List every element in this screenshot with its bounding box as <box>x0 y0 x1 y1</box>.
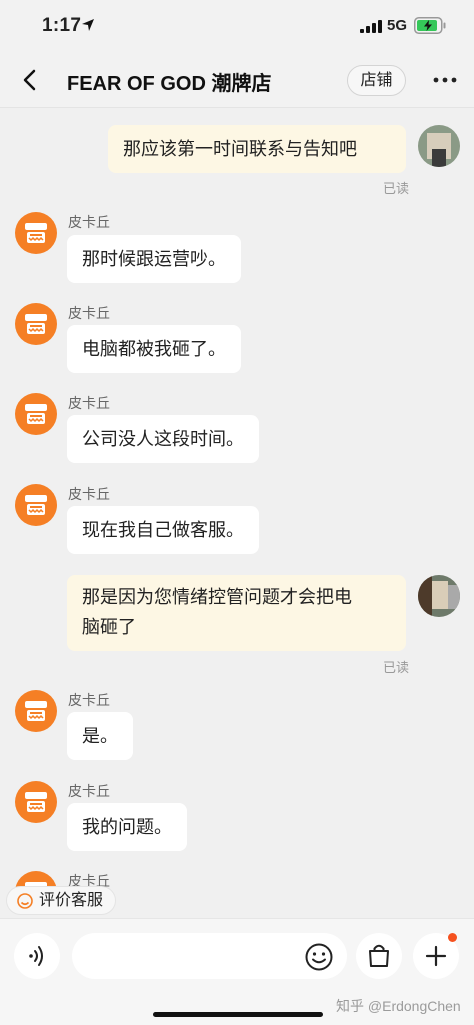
message-list[interactable]: 那应该第一时间联系与告知吧 已读 皮卡丘 那时候跟运营吵。 皮卡丘 电脑都被我砸… <box>0 108 474 918</box>
voice-icon <box>29 946 43 966</box>
smile-icon <box>17 893 33 909</box>
store-icon <box>25 314 47 334</box>
emoji-icon[interactable] <box>304 942 334 972</box>
chat-title: FEAR OF GOD 潮牌店 <box>67 73 272 95</box>
more-options-icon[interactable] <box>432 70 458 90</box>
shop-avatar[interactable] <box>15 303 57 345</box>
notification-dot <box>448 933 457 942</box>
message-line: 脑砸了 <box>82 617 136 637</box>
watermark: 知乎 @ErdongChen <box>336 998 461 1014</box>
chat-header: FEAR OF GOD 潮牌店 店铺 <box>0 52 474 108</box>
voice-button[interactable] <box>14 933 60 979</box>
shop-avatar[interactable] <box>15 393 57 435</box>
incoming-message: 电脑都被我砸了。 <box>67 325 241 373</box>
shop-avatar[interactable] <box>15 212 57 254</box>
shop-button[interactable]: 店铺 <box>347 65 406 96</box>
store-icon <box>25 223 47 243</box>
rate-service-button[interactable]: 评价客服 <box>6 886 117 915</box>
incoming-message: 是。 <box>67 712 133 760</box>
store-icon <box>25 792 47 812</box>
shop-avatar[interactable] <box>15 484 57 526</box>
back-arrow-icon[interactable] <box>20 68 40 92</box>
read-receipt: 已读 <box>383 181 410 196</box>
battery-charging-icon <box>414 17 446 34</box>
sender-name: 皮卡丘 <box>68 214 110 230</box>
input-bar: 知乎 @ErdongChen <box>0 918 474 1025</box>
store-icon <box>25 701 47 721</box>
product-button[interactable] <box>356 933 402 979</box>
user-avatar[interactable] <box>418 125 460 167</box>
signal-icon <box>360 20 382 33</box>
network-type: 5G <box>387 17 408 34</box>
shop-avatar[interactable] <box>15 690 57 732</box>
sender-name: 皮卡丘 <box>68 305 110 321</box>
shopping-bag-icon <box>369 944 389 967</box>
read-receipt: 已读 <box>383 660 410 675</box>
rate-service-label: 评价客服 <box>39 892 104 909</box>
home-indicator[interactable] <box>153 1012 323 1017</box>
status-time: 1:17 <box>42 15 82 36</box>
store-icon <box>25 495 47 515</box>
outgoing-message: 那是因为您情绪控管问题才会把电 脑砸了 <box>67 575 406 651</box>
sender-name: 皮卡丘 <box>68 783 110 799</box>
incoming-message: 那时候跟运营吵。 <box>67 235 241 283</box>
incoming-message: 公司没人这段时间。 <box>67 415 259 463</box>
sender-name: 皮卡丘 <box>68 395 110 411</box>
outgoing-message: 那应该第一时间联系与告知吧 <box>108 125 406 173</box>
status-bar: 1:17 5G <box>0 0 474 52</box>
user-avatar[interactable] <box>418 575 460 617</box>
location-arrow-icon <box>82 19 94 31</box>
sender-name: 皮卡丘 <box>68 486 110 502</box>
incoming-message: 现在我自己做客服。 <box>67 506 259 554</box>
store-icon <box>25 404 47 424</box>
incoming-message: 我的问题。 <box>67 803 187 851</box>
sender-name: 皮卡丘 <box>68 692 110 708</box>
message-line: 那是因为您情绪控管问题才会把电 <box>82 587 352 607</box>
shop-avatar[interactable] <box>15 781 57 823</box>
